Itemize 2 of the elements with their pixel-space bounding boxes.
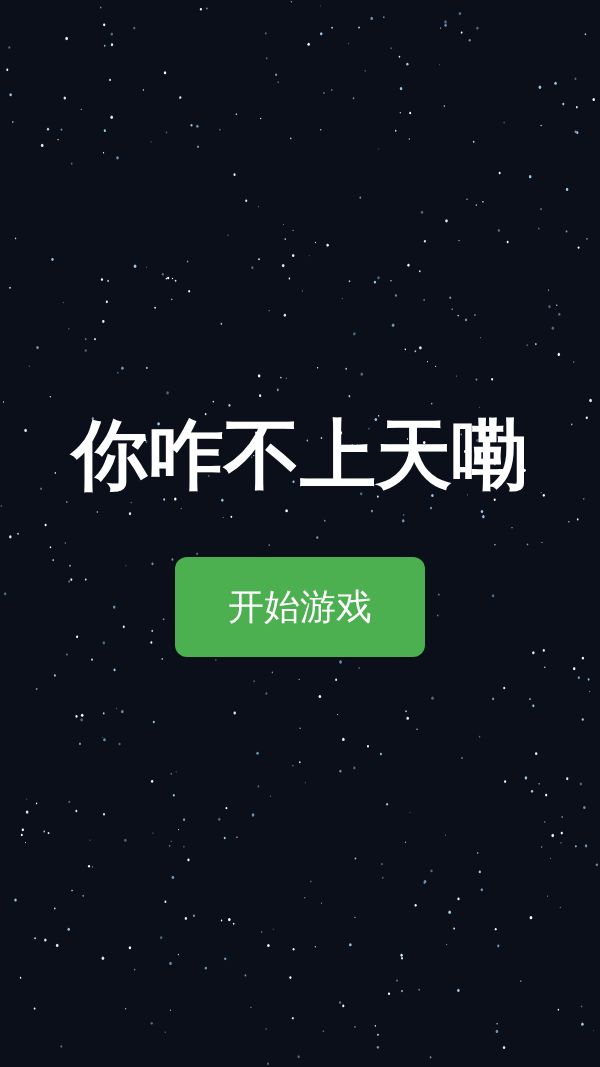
game-title: 你咋不上天嘞: [72, 417, 528, 493]
start-game-button[interactable]: 开始游戏: [175, 557, 425, 657]
